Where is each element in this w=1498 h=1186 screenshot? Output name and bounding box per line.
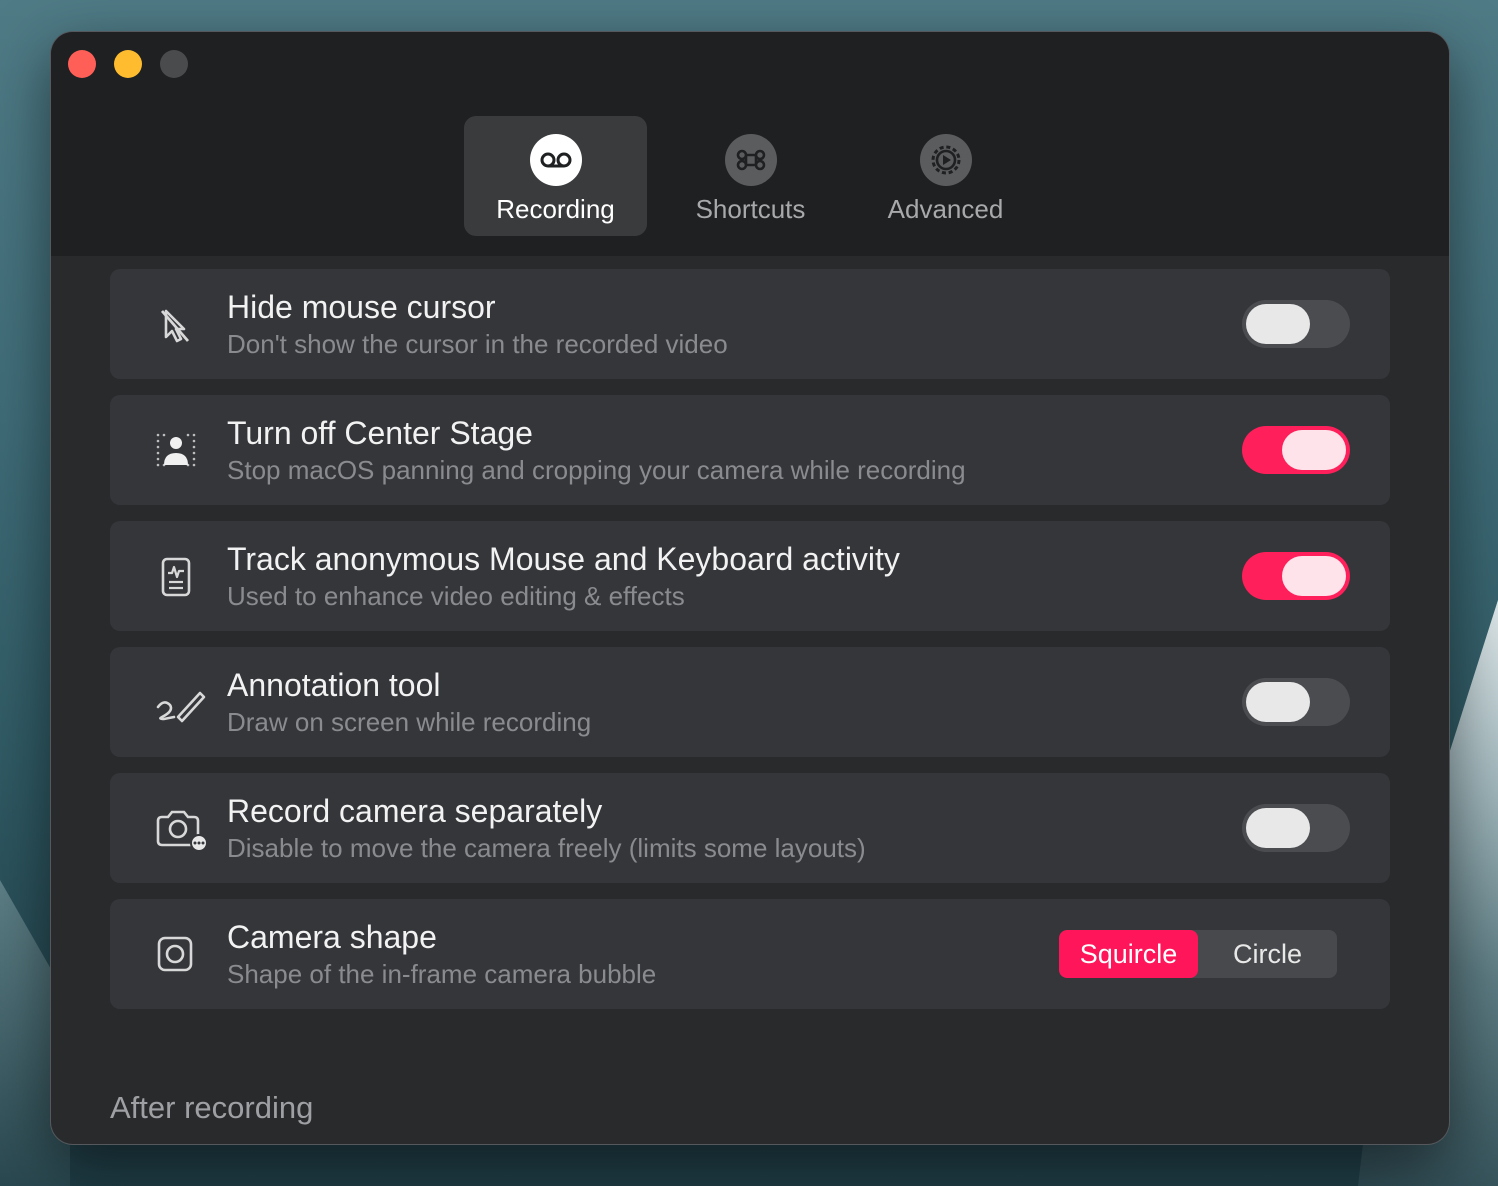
toggle-knob <box>1246 304 1310 344</box>
recording-settings: Hide mouse cursor Don't show the cursor … <box>51 256 1449 1144</box>
setting-title: Record camera separately <box>227 793 603 829</box>
close-window-button[interactable] <box>68 50 96 78</box>
setting-title: Camera shape <box>227 919 437 955</box>
camera-shape-squircle-option[interactable]: Squircle <box>1059 930 1198 978</box>
camera-shape-circle-option[interactable]: Circle <box>1198 930 1337 978</box>
hide-mouse-cursor-toggle[interactable] <box>1242 300 1350 348</box>
setting-annotation-tool: Annotation tool Draw on screen while rec… <box>110 647 1390 757</box>
setting-record-camera-separately: Record camera separately Disable to move… <box>110 773 1390 883</box>
gear-icon <box>919 134 972 186</box>
pencil-scribble-icon <box>154 681 206 725</box>
setting-subtitle: Disable to move the camera freely (limit… <box>227 833 866 863</box>
setting-camera-shape: Camera shape Shape of the in-frame camer… <box>110 899 1390 1009</box>
setting-center-stage: Turn off Center Stage Stop macOS panning… <box>110 395 1390 505</box>
minimize-window-button[interactable] <box>114 50 142 78</box>
setting-title: Track anonymous Mouse and Keyboard activ… <box>227 541 900 577</box>
setting-subtitle: Draw on screen while recording <box>227 707 592 737</box>
toggle-knob <box>1282 430 1346 470</box>
setting-subtitle: Shape of the in-frame camera bubble <box>227 959 657 989</box>
tab-recording[interactable]: Recording <box>464 116 647 236</box>
setting-title: Hide mouse cursor <box>227 289 496 325</box>
setting-track-activity: Track anonymous Mouse and Keyboard activ… <box>110 521 1390 631</box>
tab-advanced[interactable]: Advanced <box>854 116 1037 236</box>
center-stage-icon <box>154 429 198 473</box>
after-recording-heading: After recording <box>110 1090 314 1125</box>
tab-advanced-label: Advanced <box>887 194 1004 224</box>
voicemail-icon <box>529 134 582 186</box>
setting-title: Annotation tool <box>227 667 441 703</box>
camera-shape-segmented-control: Squircle Circle <box>1059 930 1337 978</box>
camera-bubble-icon <box>154 933 198 977</box>
setting-subtitle: Used to enhance video editing & effects <box>227 581 685 611</box>
command-icon <box>724 134 777 186</box>
center-stage-toggle[interactable] <box>1242 426 1350 474</box>
setting-hide-mouse-cursor: Hide mouse cursor Don't show the cursor … <box>110 269 1390 379</box>
toggle-knob <box>1246 808 1310 848</box>
tab-shortcuts-label: Shortcuts <box>695 194 806 224</box>
camera-more-icon <box>154 807 208 852</box>
settings-window: Recording Shortcuts Advanced Hide mouse … <box>51 32 1449 1144</box>
toggle-knob <box>1246 682 1310 722</box>
cursor-slash-icon <box>154 303 198 347</box>
tab-recording-label: Recording <box>496 194 615 224</box>
tab-shortcuts[interactable]: Shortcuts <box>659 116 842 236</box>
setting-title: Turn off Center Stage <box>227 415 533 451</box>
maximize-window-button[interactable] <box>160 50 188 78</box>
activity-document-icon <box>154 555 198 599</box>
setting-subtitle: Don't show the cursor in the recorded vi… <box>227 329 728 359</box>
annotation-tool-toggle[interactable] <box>1242 678 1350 726</box>
track-activity-toggle[interactable] <box>1242 552 1350 600</box>
tab-bar: Recording Shortcuts Advanced <box>464 116 1049 236</box>
toolbar: Recording Shortcuts Advanced <box>51 32 1449 256</box>
record-camera-separately-toggle[interactable] <box>1242 804 1350 852</box>
setting-subtitle: Stop macOS panning and cropping your cam… <box>227 455 966 485</box>
toggle-knob <box>1282 556 1346 596</box>
